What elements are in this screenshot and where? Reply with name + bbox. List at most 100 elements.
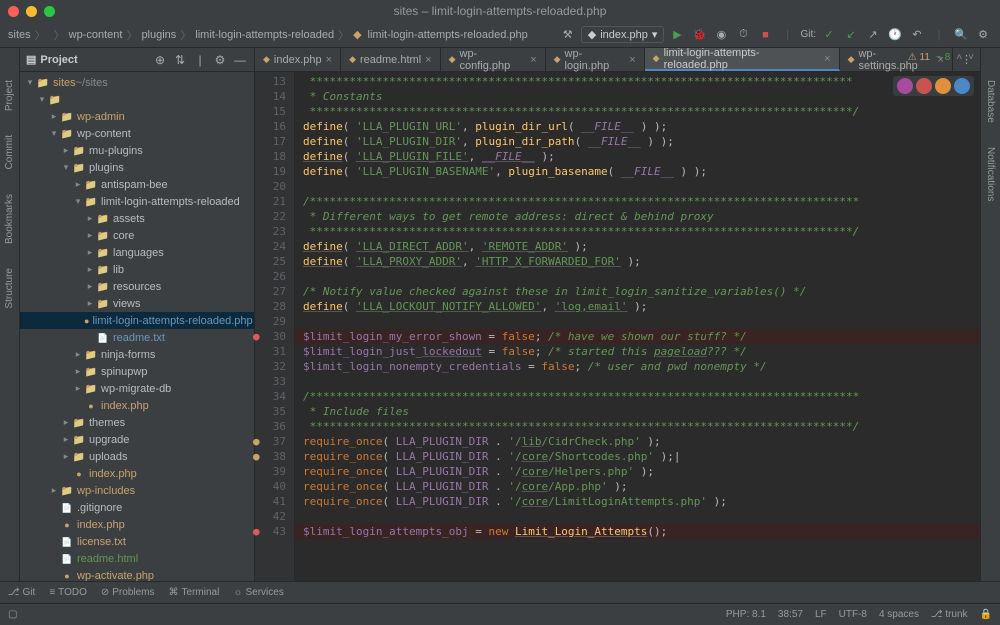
maximize-icon[interactable] [44, 6, 55, 17]
tree-item[interactable]: ▸spinupwp [20, 363, 254, 380]
tree-item[interactable]: index.php [20, 397, 254, 414]
tree-item[interactable]: ▸wp-admin [20, 108, 254, 125]
gear-icon[interactable]: ⚙ [212, 52, 228, 68]
toolwindow-services[interactable]: ☼Services [233, 587, 284, 598]
tree-item[interactable]: ▾plugins [20, 159, 254, 176]
hammer-icon[interactable]: ⚒ [559, 26, 577, 44]
close-icon[interactable]: × [425, 54, 431, 66]
settings-icon[interactable]: ⚙ [974, 26, 992, 44]
tool-tab-bookmarks[interactable]: Bookmarks [2, 190, 17, 248]
git-label: Git: [800, 26, 816, 44]
project-panel-title: Project [40, 54, 77, 66]
phpstorm-icon[interactable] [897, 78, 913, 94]
firefox-icon[interactable] [935, 78, 951, 94]
run-icon[interactable]: ▶ [668, 26, 686, 44]
lock-icon[interactable]: 🔒 [980, 609, 992, 620]
git-update-icon[interactable]: ✓ [820, 26, 838, 44]
close-icon[interactable] [8, 6, 19, 17]
select-opened-file-icon[interactable]: ⊕ [152, 52, 168, 68]
tree-item[interactable]: wp-activate.php [20, 567, 254, 581]
tree-item[interactable]: index.php [20, 465, 254, 482]
editor-tab[interactable]: ◆index.php× [255, 48, 341, 71]
chevron-up-icon[interactable]: ˄ [956, 52, 962, 63]
minimize-icon[interactable] [26, 6, 37, 17]
tree-item[interactable]: ▸core [20, 227, 254, 244]
project-tree[interactable]: ▾sites ~/sites▾▸wp-admin▾wp-content▸mu-p… [20, 72, 254, 581]
tree-item[interactable]: limit-login-attempts-reloaded.php [20, 312, 254, 329]
php-version[interactable]: PHP: 8.1 [726, 609, 766, 620]
stop-icon[interactable]: ■ [756, 26, 774, 44]
tree-item[interactable]: ▸ninja-forms [20, 346, 254, 363]
tree-item[interactable]: readme.html [20, 550, 254, 567]
tree-item[interactable]: ▾sites ~/sites [20, 74, 254, 91]
search-icon[interactable]: 🔍 [952, 26, 970, 44]
tree-item[interactable]: index.php [20, 516, 254, 533]
chevron-down-icon: ▾ [652, 28, 658, 41]
editor[interactable]: ⚠ 11 ⌁ 8 ˄ ˅ 131415161718192021222324252… [255, 72, 980, 581]
toolwindow-todo[interactable]: ≡TODO [49, 587, 87, 598]
indent[interactable]: 4 spaces [879, 609, 919, 620]
git-branch[interactable]: ⎇ trunk [931, 609, 968, 620]
tree-item[interactable]: ▸lib [20, 261, 254, 278]
tree-item[interactable]: ▸antispam-bee [20, 176, 254, 193]
tree-item[interactable]: ▸themes [20, 414, 254, 431]
code-area[interactable]: ****************************************… [295, 72, 980, 581]
tree-item[interactable]: ▸wp-migrate-db [20, 380, 254, 397]
tree-item[interactable]: ▸uploads [20, 448, 254, 465]
close-icon[interactable]: × [824, 53, 830, 65]
git-history-icon[interactable]: 🕐 [886, 26, 904, 44]
gutter[interactable]: 1314151617181920212223242526272829303132… [255, 72, 295, 581]
browser-preview-icons[interactable] [893, 76, 974, 96]
hide-icon[interactable]: — [232, 52, 248, 68]
tree-item[interactable]: .gitignore [20, 499, 254, 516]
coverage-icon[interactable]: ◉ [712, 26, 730, 44]
tree-item[interactable]: ▸assets [20, 210, 254, 227]
tree-item[interactable]: license.txt [20, 533, 254, 550]
git-rollback-icon[interactable]: ↶ [908, 26, 926, 44]
git-push-icon[interactable]: ↗ [864, 26, 882, 44]
editor-tab[interactable]: ◆limit-login-attempts-reloaded.php× [645, 48, 840, 71]
tool-tab-database[interactable]: Database [983, 76, 998, 127]
tree-item[interactable]: ▸mu-plugins [20, 142, 254, 159]
status-square-icon[interactable]: ▢ [8, 609, 17, 620]
right-tool-strip: Database Notifications [980, 48, 1000, 581]
tool-tab-project[interactable]: Project [2, 76, 17, 115]
close-icon[interactable]: × [326, 54, 332, 66]
line-ending[interactable]: LF [815, 609, 827, 620]
debug-icon[interactable]: 🐞 [690, 26, 708, 44]
expand-all-icon[interactable]: ⇅ [172, 52, 188, 68]
titlebar: sites – limit-login-attempts-reloaded.ph… [0, 0, 1000, 22]
tool-tab-structure[interactable]: Structure [2, 264, 17, 313]
chrome-icon[interactable] [916, 78, 932, 94]
breadcrumb[interactable]: sites 〉 〉wp-content 〉plugins 〉limit-logi… [8, 27, 528, 43]
tree-item[interactable]: ▸wp-includes [20, 482, 254, 499]
tree-item[interactable]: ▾wp-content [20, 125, 254, 142]
tree-item[interactable]: ▸views [20, 295, 254, 312]
project-panel-header: ▤ Project ⊕ ⇅ | ⚙ — [20, 48, 254, 72]
close-icon[interactable]: × [530, 54, 536, 66]
editor-tab[interactable]: ◆wp-config.php× [441, 48, 546, 71]
tool-tab-notifications[interactable]: Notifications [983, 143, 998, 205]
tree-item[interactable]: ▾limit-login-attempts-reloaded [20, 193, 254, 210]
inspections-widget[interactable]: ⚠ 11 ⌁ 8 ˄ ˅ [908, 52, 974, 63]
tool-tab-commit[interactable]: Commit [2, 131, 17, 173]
tree-item[interactable]: ▸upgrade [20, 431, 254, 448]
run-config-selector[interactable]: ◆ index.php ▾ [581, 26, 665, 43]
tree-item[interactable]: ▾ [20, 91, 254, 108]
caret-position[interactable]: 38:57 [778, 609, 803, 620]
toolwindow-problems[interactable]: ⊘Problems [101, 587, 155, 598]
profile-icon[interactable]: ⏱ [734, 26, 752, 44]
left-tool-strip: Project Commit Bookmarks Structure [0, 48, 20, 581]
editor-tab[interactable]: ◆readme.html× [341, 48, 441, 71]
tree-item[interactable]: ▸resources [20, 278, 254, 295]
toolwindow-terminal[interactable]: ⌘Terminal [169, 587, 220, 598]
tree-item[interactable]: readme.txt [20, 329, 254, 346]
safari-icon[interactable] [954, 78, 970, 94]
close-icon[interactable]: × [629, 54, 635, 66]
git-commit-icon[interactable]: ↙ [842, 26, 860, 44]
toolwindow-git[interactable]: ⎇Git [8, 587, 35, 598]
chevron-down-icon[interactable]: ˅ [968, 52, 974, 63]
editor-tab[interactable]: ◆wp-login.php× [546, 48, 645, 71]
tree-item[interactable]: ▸languages [20, 244, 254, 261]
encoding[interactable]: UTF-8 [839, 609, 867, 620]
